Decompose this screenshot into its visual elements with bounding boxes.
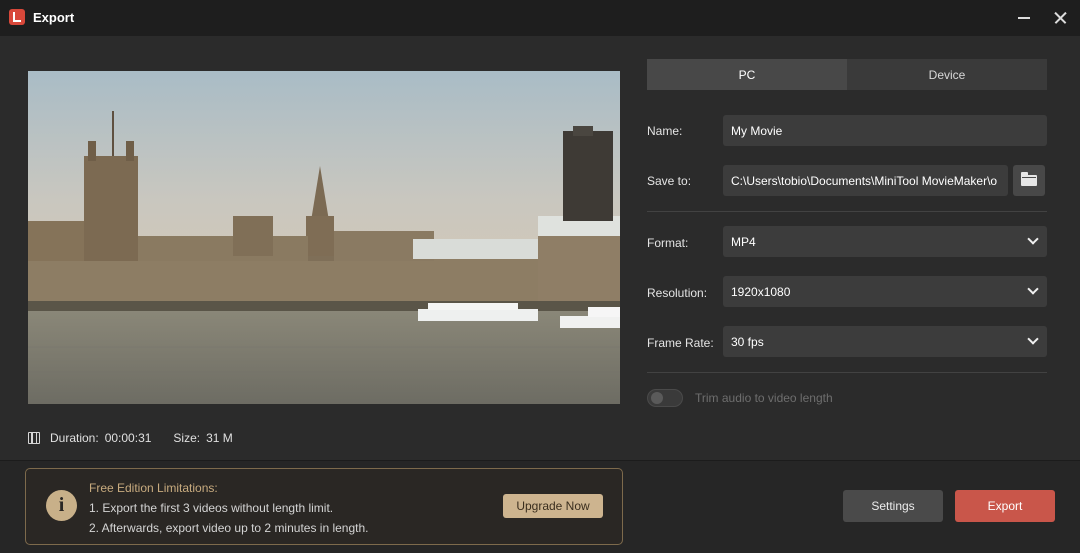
save-to-label: Save to:	[647, 174, 692, 188]
duration-value: 00:00:31	[104, 431, 152, 445]
frame-rate-select[interactable]: 30 fps	[723, 326, 1047, 357]
title-bar: Export	[0, 0, 1080, 36]
video-info: Duration: 00:00:31 Size: 31 M	[28, 431, 233, 445]
resolution-label: Resolution:	[647, 286, 708, 300]
duration-label: Duration:	[50, 431, 99, 445]
divider	[647, 372, 1047, 373]
chevron-down-icon	[1027, 283, 1039, 295]
format-select[interactable]: MP4	[723, 226, 1047, 257]
frame-rate-value: 30 fps	[731, 334, 764, 349]
close-button[interactable]	[1047, 5, 1073, 31]
tab-device[interactable]: Device	[847, 59, 1047, 90]
size-label: Size:	[173, 431, 201, 445]
film-icon	[28, 432, 40, 444]
settings-button[interactable]: Settings	[843, 490, 943, 522]
toggle-knob	[651, 392, 663, 404]
preview-image	[28, 71, 620, 404]
upgrade-now-button[interactable]: Upgrade Now	[503, 494, 603, 518]
size-value: 31 M	[206, 431, 233, 445]
format-value: MP4	[731, 234, 756, 249]
window-title: Export	[33, 10, 75, 25]
app-icon	[9, 9, 25, 25]
format-label: Format:	[647, 236, 689, 250]
chevron-down-icon	[1027, 333, 1039, 345]
limitation-line-1: 1. Export the first 3 videos without len…	[89, 501, 334, 515]
chevron-down-icon	[1027, 233, 1039, 245]
info-icon: i	[46, 490, 77, 521]
folder-icon	[1021, 172, 1037, 186]
frame-rate-label: Frame Rate:	[647, 336, 714, 350]
trim-audio-label: Trim audio to video length	[695, 391, 833, 405]
limitation-line-2: 2. Afterwards, export video up to 2 minu…	[89, 521, 369, 535]
name-input[interactable]	[731, 123, 1047, 138]
tab-pc[interactable]: PC	[647, 59, 847, 90]
minimize-button[interactable]	[1011, 5, 1037, 31]
resolution-value: 1920x1080	[731, 284, 791, 299]
limitations-title: Free Edition Limitations:	[89, 481, 218, 495]
export-button[interactable]: Export	[955, 490, 1055, 522]
export-target-tabs: PC Device	[647, 59, 1047, 90]
name-field[interactable]	[723, 115, 1047, 146]
name-label: Name:	[647, 124, 683, 138]
trim-audio-toggle[interactable]	[647, 389, 683, 407]
save-to-path: C:\Users\tobio\Documents\MiniTool MovieM…	[731, 173, 998, 188]
browse-folder-button[interactable]	[1013, 165, 1045, 196]
save-to-field[interactable]: C:\Users\tobio\Documents\MiniTool MovieM…	[723, 165, 1008, 196]
video-preview	[28, 71, 620, 404]
resolution-select[interactable]: 1920x1080	[723, 276, 1047, 307]
divider	[647, 211, 1047, 212]
